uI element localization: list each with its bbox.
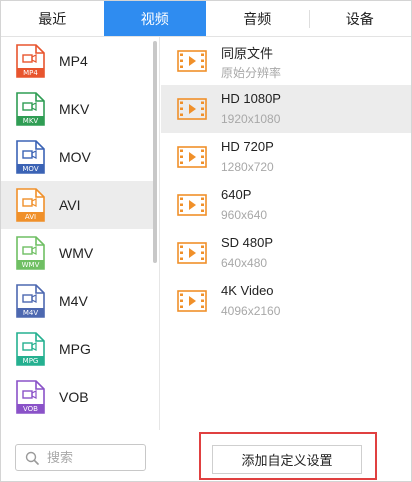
preset-item[interactable]: HD 720P 1280x720: [161, 133, 411, 181]
preset-name: HD 1080P: [221, 91, 281, 106]
format-badge: MP4: [23, 69, 38, 77]
mov-file-icon: MOV: [16, 140, 45, 174]
preset-item[interactable]: SD 480P 640x480: [161, 229, 411, 277]
video-preset-icon: [177, 290, 207, 312]
format-item-mpg[interactable]: MPG MPG: [1, 325, 153, 373]
format-badge: WMV: [22, 261, 40, 269]
format-label: MPG: [59, 341, 91, 357]
format-label: MKV: [59, 101, 90, 117]
preset-resolution: 1920x1080: [221, 112, 281, 126]
video-preset-icon: [177, 146, 207, 168]
format-item-mov[interactable]: MOV MOV: [1, 133, 153, 181]
tab-video[interactable]: 视频: [103, 1, 206, 36]
preset-resolution: 4096x2160: [221, 304, 281, 318]
preset-resolution: 1280x720: [221, 160, 274, 174]
preset-resolution: 960x640: [221, 208, 268, 222]
preset-name: 640P: [221, 187, 252, 202]
mpg-file-icon: MPG: [16, 332, 45, 366]
mkv-file-icon: MKV: [16, 92, 45, 126]
preset-name: SD 480P: [221, 235, 274, 250]
format-item-wmv[interactable]: WMV WMV: [1, 229, 153, 277]
m4v-file-icon: M4V: [16, 284, 45, 318]
category-tabs: 最近 视频 音频 设备: [1, 1, 411, 37]
format-label: VOB: [59, 389, 89, 405]
search-icon: [25, 451, 39, 465]
wmv-file-icon: WMV: [16, 236, 45, 270]
format-badge: MOV: [22, 165, 38, 173]
format-item-avi[interactable]: AVI AVI: [1, 181, 153, 229]
video-preset-icon: [177, 194, 207, 216]
mp4-file-icon: MP4: [16, 44, 45, 78]
preset-item[interactable]: 4K Video 4096x2160: [161, 277, 411, 325]
preset-resolution: 原始分辨率: [221, 66, 282, 80]
format-badge: VOB: [23, 405, 38, 413]
preset-name: 4K Video: [221, 283, 274, 298]
format-label: AVI: [59, 197, 81, 213]
format-label: M4V: [59, 293, 88, 309]
format-list: MP4 MP4 MKV MKV MOV MOV AVI AVI WMV WMV …: [1, 37, 160, 430]
search-input[interactable]: [47, 450, 137, 465]
format-label: WMV: [59, 245, 94, 261]
tab-device[interactable]: 设备: [308, 1, 412, 36]
format-item-mkv[interactable]: MKV MKV: [1, 85, 153, 133]
tab-audio[interactable]: 音频: [206, 1, 309, 36]
preset-resolution: 640x480: [221, 256, 268, 270]
format-item-m4v[interactable]: M4V M4V: [1, 277, 153, 325]
preset-item[interactable]: 同原文件 原始分辨率: [161, 37, 411, 85]
vob-file-icon: VOB: [16, 380, 45, 414]
format-badge: AVI: [25, 213, 36, 221]
format-item-mp4[interactable]: MP4 MP4: [1, 37, 153, 85]
avi-file-icon: AVI: [16, 188, 45, 222]
tab-recent[interactable]: 最近: [1, 1, 104, 36]
format-picker-panel: 最近 视频 音频 设备 MP4 MP4 MKV MKV MOV MOV AVI …: [0, 0, 412, 482]
format-item-vob[interactable]: VOB VOB: [1, 373, 153, 421]
format-badge: MPG: [23, 357, 39, 365]
format-label: MOV: [59, 149, 91, 165]
video-preset-icon: [177, 98, 207, 120]
preset-name: HD 720P: [221, 139, 274, 154]
format-list-scrollbar[interactable]: [153, 41, 157, 263]
format-search-box[interactable]: [15, 444, 146, 471]
preset-name: 同原文件: [221, 46, 274, 61]
preset-list: 同原文件 原始分辨率 HD 1080P 1920x1080 HD 720P 12…: [161, 37, 411, 430]
add-custom-settings-button[interactable]: 添加自定义设置: [212, 445, 362, 474]
video-preset-icon: [177, 242, 207, 264]
preset-item[interactable]: HD 1080P 1920x1080: [161, 85, 411, 133]
video-preset-icon: [177, 50, 207, 72]
format-label: MP4: [59, 53, 88, 69]
preset-item[interactable]: 640P 960x640: [161, 181, 411, 229]
format-badge: MKV: [23, 117, 39, 125]
format-badge: M4V: [23, 309, 38, 317]
